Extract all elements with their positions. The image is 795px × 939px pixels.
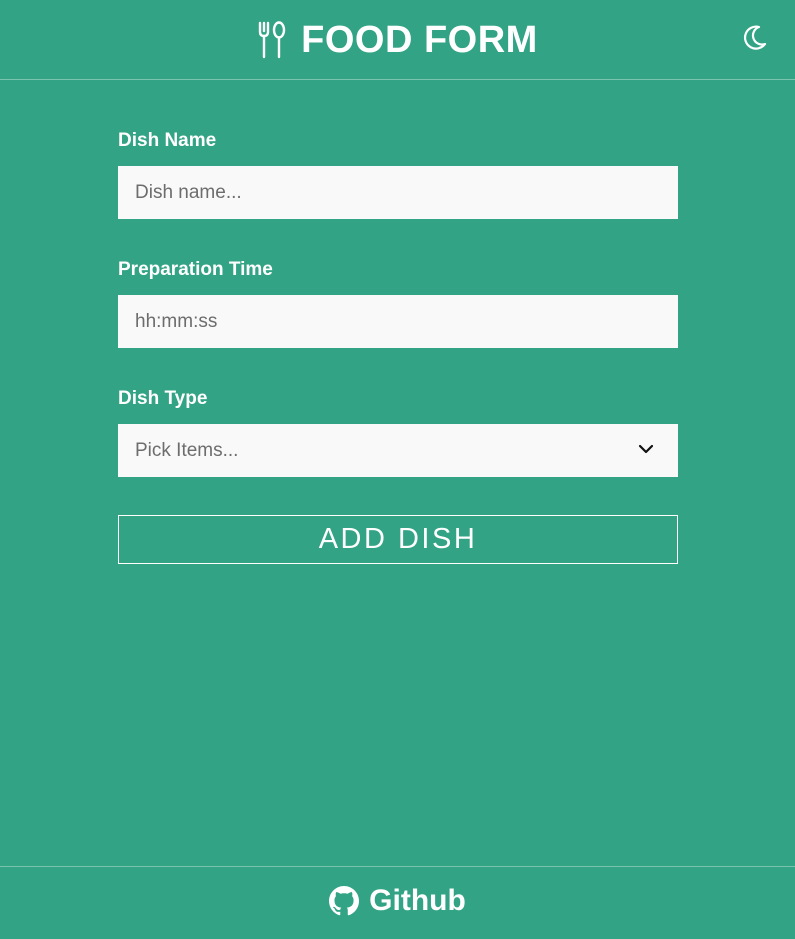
dish-type-select[interactable]: Pick Items... xyxy=(118,424,678,477)
preparation-time-label: Preparation Time xyxy=(118,259,273,280)
moon-icon xyxy=(744,25,767,50)
dish-name-input[interactable] xyxy=(118,166,678,219)
github-link-label: Github xyxy=(369,884,466,917)
add-dish-button[interactable]: ADD DISH xyxy=(118,515,678,564)
food-form: Dish Name Preparation Time Dish Type Pic… xyxy=(118,128,678,477)
github-link[interactable]: Github xyxy=(0,884,795,918)
dish-type-selected-value: Pick Items... xyxy=(135,440,239,461)
chevron-down-icon xyxy=(638,444,654,454)
app-footer: Github xyxy=(0,866,795,939)
page-title: FOOD FORM xyxy=(301,19,538,61)
brand: FOOD FORM xyxy=(0,18,795,62)
app-header: FOOD FORM xyxy=(0,0,795,80)
preparation-time-input[interactable] xyxy=(118,295,678,348)
github-icon xyxy=(329,886,360,916)
dish-name-label: Dish Name xyxy=(118,130,217,151)
dish-type-label: Dish Type xyxy=(118,388,208,409)
theme-toggle-button[interactable] xyxy=(738,22,770,54)
fork-spoon-icon xyxy=(258,21,286,59)
